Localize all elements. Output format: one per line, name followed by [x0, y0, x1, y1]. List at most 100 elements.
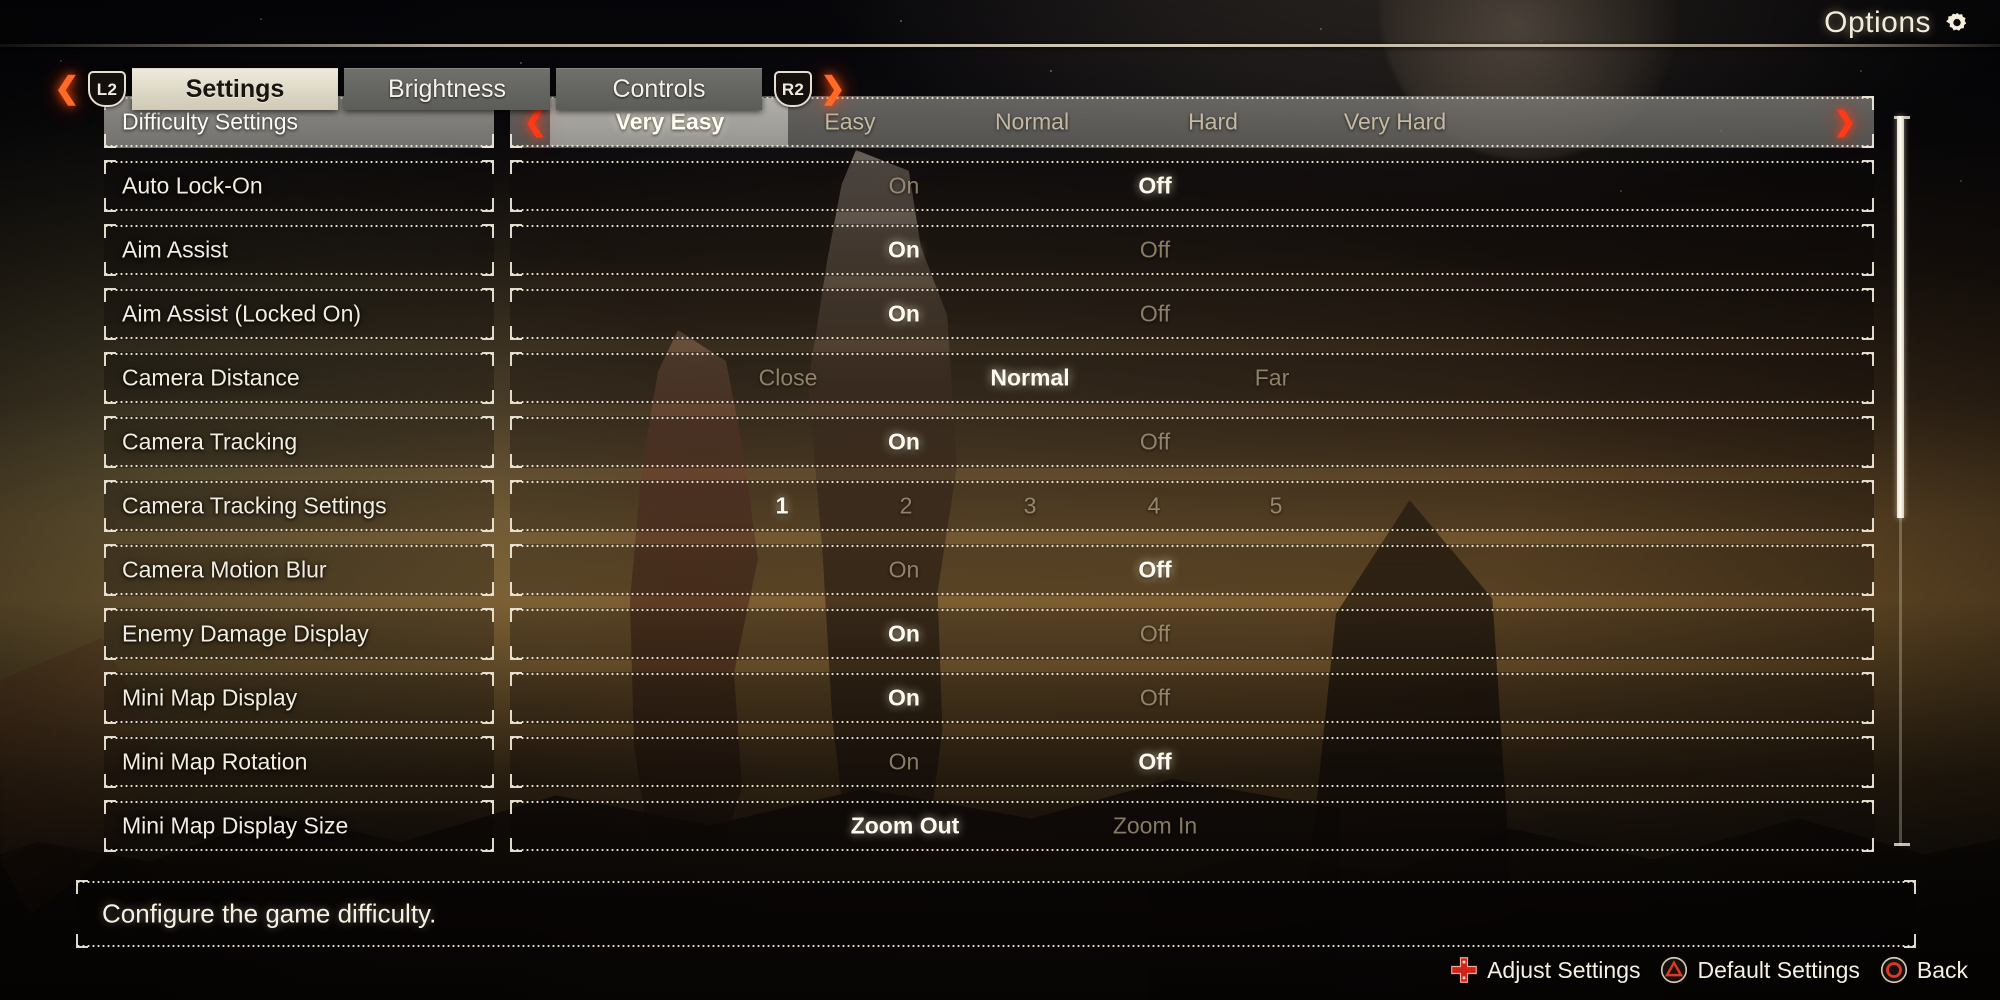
settings-row-label: Camera Distance	[122, 364, 300, 391]
settings-row-label-cell: Enemy Damage Display	[104, 608, 494, 660]
settings-row-label: Aim Assist (Locked On)	[122, 300, 362, 327]
prompt-back[interactable]: Back	[1880, 956, 1968, 984]
settings-row[interactable]: Enemy Damage Display On Off	[104, 608, 1874, 660]
settings-row-options-cell: On Off	[510, 736, 1874, 788]
settings-option-selected[interactable]: Off	[1138, 558, 1171, 582]
settings-row-label-cell: Camera Tracking	[104, 416, 494, 468]
settings-row-label-cell: Mini Map Rotation	[104, 736, 494, 788]
tab-settings[interactable]: Settings	[132, 68, 338, 110]
settings-option[interactable]: On	[889, 174, 920, 198]
settings-option[interactable]: Off	[1140, 302, 1170, 326]
settings-row[interactable]: Camera Tracking Settings 1 2 3 4 5	[104, 480, 1874, 532]
settings-option-selected[interactable]: Normal	[990, 366, 1069, 390]
settings-row-label: Mini Map Display	[122, 684, 298, 711]
settings-option-selected[interactable]: On	[888, 238, 920, 262]
settings-row-options-cell: 1 2 3 4 5	[510, 480, 1874, 532]
settings-row-label-cell: Mini Map Display Size	[104, 800, 494, 852]
settings-row[interactable]: Mini Map Display On Off	[104, 672, 1874, 724]
l2-bumper-badge[interactable]: L2	[88, 71, 126, 107]
settings-row-label-cell: Mini Map Display	[104, 672, 494, 724]
settings-row-list: Difficulty Settings ❮ ❯ Very Easy Easy Normal…	[104, 96, 1874, 864]
settings-row-options-cell: On Off	[510, 544, 1874, 596]
settings-option[interactable]: Off	[1140, 622, 1170, 646]
settings-option[interactable]: Off	[1140, 238, 1170, 262]
settings-option[interactable]: Off	[1140, 430, 1170, 454]
settings-option-selected[interactable]: Very Easy	[616, 110, 725, 134]
settings-row-options-cell: Zoom Out Zoom In	[510, 800, 1874, 852]
scrollbar-cap-bottom	[1894, 843, 1910, 846]
settings-row[interactable]: Camera Distance Close Normal Far	[104, 352, 1874, 404]
settings-row[interactable]: Aim Assist (Locked On) On Off	[104, 288, 1874, 340]
settings-option[interactable]: On	[889, 750, 920, 774]
r2-bumper-badge[interactable]: R2	[774, 71, 812, 107]
settings-row-options-cell: On Off	[510, 160, 1874, 212]
description-bar: Configure the game difficulty.	[76, 880, 1916, 948]
tab-controls-label: Controls	[612, 75, 706, 103]
settings-scrollbar[interactable]	[1894, 116, 1910, 846]
settings-panel: Difficulty Settings ❮ ❯ Very Easy Easy Normal…	[104, 96, 1874, 864]
settings-option[interactable]: Close	[759, 366, 818, 390]
settings-row[interactable]: Aim Assist On Off	[104, 224, 1874, 276]
settings-option-selected[interactable]: 1	[776, 494, 789, 518]
tab-controls[interactable]: Controls	[556, 68, 762, 110]
settings-row-options-cell: On Off	[510, 608, 1874, 660]
footer-button-prompts: Adjust Settings Default Settings Back	[1437, 948, 1968, 992]
settings-option[interactable]: Hard	[1188, 110, 1238, 134]
tab-settings-label: Settings	[185, 75, 285, 103]
settings-row-label: Camera Tracking	[122, 428, 298, 455]
settings-option[interactable]: Off	[1140, 686, 1170, 710]
header-divider	[0, 44, 2000, 47]
settings-option-selected[interactable]: On	[888, 686, 920, 710]
settings-option[interactable]: On	[889, 558, 920, 582]
settings-row-label: Camera Motion Blur	[122, 556, 327, 583]
prompt-adjust-settings[interactable]: Adjust Settings	[1450, 956, 1640, 984]
settings-row-label-cell: Aim Assist	[104, 224, 494, 276]
settings-row[interactable]: Auto Lock-On On Off	[104, 160, 1874, 212]
settings-row[interactable]: Mini Map Display Size Zoom Out Zoom In	[104, 800, 1874, 852]
settings-option[interactable]: Easy	[824, 110, 875, 134]
settings-row[interactable]: Mini Map Rotation On Off	[104, 736, 1874, 788]
settings-option-selected[interactable]: On	[888, 302, 920, 326]
settings-option-selected[interactable]: Off	[1138, 174, 1171, 198]
settings-option[interactable]: Normal	[995, 110, 1069, 134]
prompt-default-settings-label: Default Settings	[1697, 956, 1860, 983]
prompt-back-label: Back	[1916, 956, 1968, 983]
settings-row-label: Mini Map Display Size	[122, 812, 349, 839]
settings-option[interactable]: 2	[900, 494, 913, 518]
settings-row[interactable]: Camera Tracking On Off	[104, 416, 1874, 468]
settings-row-label: Aim Assist	[122, 236, 229, 263]
settings-row-label-cell: Camera Tracking Settings	[104, 480, 494, 532]
chevron-right-icon[interactable]: ❯	[818, 69, 848, 109]
tab-brightness[interactable]: Brightness	[344, 68, 550, 110]
description-text: Configure the game difficulty.	[102, 898, 437, 929]
settings-option[interactable]: Far	[1255, 366, 1290, 390]
page-title: Options	[1824, 6, 1931, 39]
scrollbar-thumb[interactable]	[1897, 116, 1904, 518]
settings-row-label: Auto Lock-On	[122, 172, 263, 199]
chevron-left-icon[interactable]: ❮	[52, 69, 82, 109]
dpad-icon	[1450, 956, 1478, 984]
settings-option-selected[interactable]: Off	[1138, 750, 1171, 774]
settings-row-label: Enemy Damage Display	[122, 620, 369, 647]
settings-option-selected[interactable]: On	[888, 430, 920, 454]
settings-option-selected[interactable]: On	[888, 622, 920, 646]
settings-row-label: Mini Map Rotation	[122, 748, 308, 775]
settings-row-label-cell: Auto Lock-On	[104, 160, 494, 212]
settings-option[interactable]: 3	[1024, 494, 1037, 518]
settings-option[interactable]: Very Hard	[1344, 110, 1446, 134]
settings-row-label-cell: Camera Distance	[104, 352, 494, 404]
settings-row-options-cell: On Off	[510, 288, 1874, 340]
settings-row[interactable]: Camera Motion Blur On Off	[104, 544, 1874, 596]
triangle-icon	[1660, 956, 1688, 984]
tab-brightness-label: Brightness	[387, 75, 507, 103]
settings-option[interactable]: 5	[1270, 494, 1283, 518]
settings-row-label-cell: Camera Motion Blur	[104, 544, 494, 596]
l2-bumper-label: L2	[96, 79, 118, 99]
prompt-adjust-settings-label: Adjust Settings	[1487, 956, 1641, 983]
settings-option-selected[interactable]: Zoom Out	[851, 814, 960, 838]
settings-option[interactable]: Zoom In	[1113, 814, 1197, 838]
chevron-right-icon[interactable]: ❯	[1833, 108, 1856, 136]
settings-option[interactable]: 4	[1148, 494, 1161, 518]
settings-row-label-cell: Aim Assist (Locked On)	[104, 288, 494, 340]
prompt-default-settings[interactable]: Default Settings	[1660, 956, 1860, 984]
